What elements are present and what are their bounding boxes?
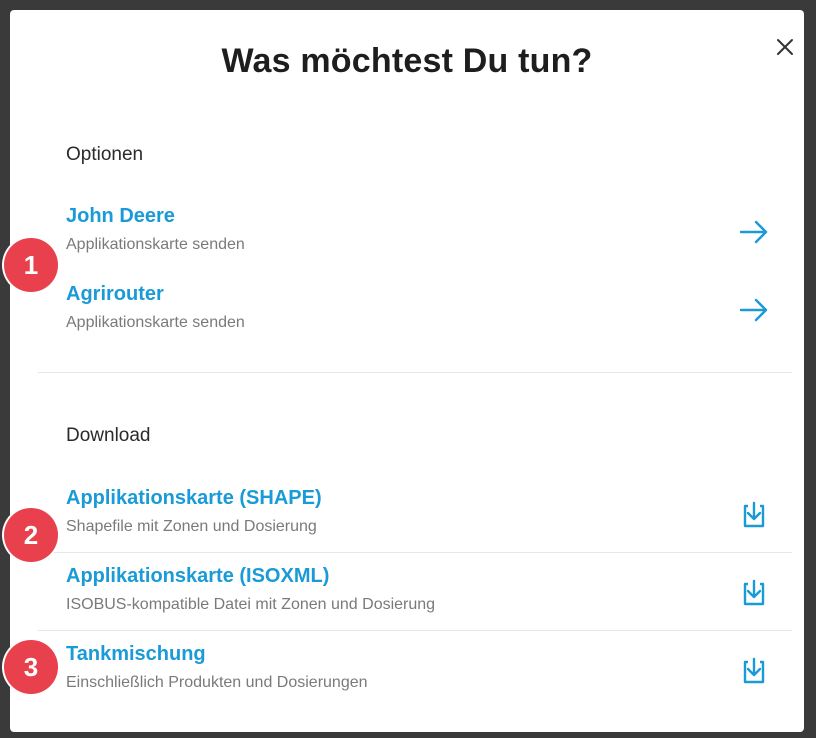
annotation-badge-3: 3	[4, 640, 58, 694]
download-icon[interactable]	[736, 576, 772, 612]
download-description: Einschließlich Produkten und Dosierungen	[66, 674, 368, 691]
download-heading: Download	[66, 425, 151, 446]
option-description: Applikationskarte senden	[66, 236, 245, 253]
arrow-right-icon[interactable]	[736, 292, 772, 328]
option-label: Agrirouter	[66, 283, 164, 305]
row-divider	[38, 552, 792, 553]
download-description: Shapefile mit Zonen und Dosierung	[66, 518, 317, 535]
dialog: Was möchtest Du tun? Optionen John Deere…	[10, 10, 804, 732]
row-divider	[38, 630, 792, 631]
download-label: Applikationskarte (SHAPE)	[66, 487, 322, 509]
options-heading: Optionen	[66, 144, 144, 165]
option-agrirouter[interactable]: Agrirouter Applikationskarte senden	[38, 280, 792, 344]
dialog-title: Was möchtest Du tun?	[221, 42, 593, 80]
download-description: ISOBUS-kompatible Datei mit Zonen und Do…	[66, 596, 436, 613]
download-shape[interactable]: Applikationskarte (SHAPE) Shapefile mit …	[38, 484, 792, 548]
download-icon[interactable]	[736, 654, 772, 690]
download-icon[interactable]	[736, 498, 772, 534]
annotation-badge-2: 2	[4, 508, 58, 562]
option-john-deere[interactable]: John Deere Applikationskarte senden	[38, 202, 792, 266]
download-label: Tankmischung	[66, 643, 206, 665]
annotation-badge-1: 1	[4, 238, 58, 292]
section-divider	[38, 372, 792, 373]
download-tankmischung[interactable]: Tankmischung Einschließlich Produkten un…	[38, 640, 792, 704]
option-label: John Deere	[66, 205, 175, 227]
option-description: Applikationskarte senden	[66, 314, 245, 331]
download-isoxml[interactable]: Applikationskarte (ISOXML) ISOBUS-kompat…	[38, 562, 792, 626]
download-label: Applikationskarte (ISOXML)	[66, 565, 330, 587]
arrow-right-icon[interactable]	[736, 214, 772, 250]
